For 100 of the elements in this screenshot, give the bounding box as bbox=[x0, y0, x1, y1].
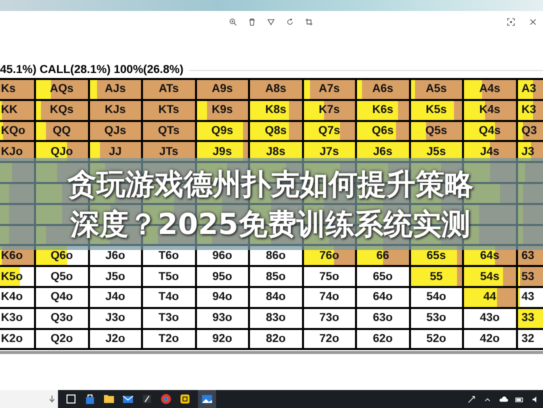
search-field[interactable] bbox=[0, 390, 58, 408]
hand-label: 62o bbox=[372, 332, 393, 345]
hand-label: Q8s bbox=[264, 124, 287, 137]
banner-title: 贪玩游戏德州扑克如何提升策略 bbox=[68, 166, 474, 203]
hand-label: 52o bbox=[426, 332, 446, 345]
hand-label: Q3 bbox=[522, 124, 537, 137]
hand-label: T2o bbox=[158, 332, 179, 345]
hand-label: 32 bbox=[522, 332, 534, 345]
hand-label: 84o bbox=[266, 291, 286, 304]
hand-label: QTs bbox=[158, 124, 180, 137]
hand-label: KQo bbox=[1, 124, 26, 137]
hand-label: QQ bbox=[52, 124, 71, 137]
hand-label: Q7s bbox=[318, 124, 340, 137]
hand-label: A4s bbox=[479, 83, 500, 96]
hand-label: 63o bbox=[372, 312, 393, 324]
hand-label: 82o bbox=[266, 332, 286, 345]
hand-label: 53o bbox=[426, 312, 446, 324]
hand-label: 75o bbox=[319, 270, 340, 283]
hand-label: J7s bbox=[320, 146, 339, 158]
hand-label: 54s bbox=[480, 270, 500, 283]
hand-label: 96o bbox=[212, 250, 232, 262]
banner-title: 深度？2025免费训练系统实测 bbox=[70, 206, 470, 243]
hand-label: J3o bbox=[105, 312, 126, 324]
hand-label: 86o bbox=[266, 250, 286, 262]
hand-label: QJs bbox=[104, 124, 126, 137]
zoom-icon[interactable] bbox=[229, 18, 237, 26]
hand-label: A8s bbox=[265, 83, 286, 96]
hand-label: J3 bbox=[522, 146, 534, 158]
hand-label: K7s bbox=[318, 104, 340, 116]
photos-icon[interactable] bbox=[198, 390, 216, 408]
range-summary: 45.1%) CALL(28.1%) 100%(26.8%) bbox=[0, 63, 184, 77]
hand-label: Q3o bbox=[50, 312, 73, 324]
hand-label: Ks bbox=[1, 83, 16, 96]
hand-label: 92o bbox=[212, 332, 232, 345]
hand-label: 72o bbox=[319, 332, 340, 345]
hand-label: 66 bbox=[376, 250, 390, 262]
hand-label: J6o bbox=[105, 250, 126, 262]
hand-label: Q4o bbox=[50, 291, 73, 304]
hand-label: 76o bbox=[319, 250, 340, 262]
hand-label: K9s bbox=[212, 104, 233, 116]
hand-label: 64s bbox=[480, 250, 500, 262]
hand-label: A3 bbox=[522, 83, 536, 96]
hand-label: 42o bbox=[480, 332, 500, 345]
hand-label: J5o bbox=[105, 270, 126, 283]
scan-icon[interactable] bbox=[507, 18, 515, 26]
hand-label: 63 bbox=[522, 250, 534, 262]
hand-label: K8s bbox=[265, 104, 286, 116]
hand-label: 93o bbox=[212, 312, 232, 324]
hand-label: K2o bbox=[1, 332, 23, 345]
hand-label: 43 bbox=[522, 291, 534, 304]
hand-label: K3 bbox=[522, 104, 536, 116]
hand-label: Q5s bbox=[425, 124, 448, 137]
cloud-icon[interactable] bbox=[499, 394, 508, 404]
hand-label: KQs bbox=[50, 104, 74, 116]
hand-label: 43o bbox=[480, 312, 500, 324]
hand-label: 65o bbox=[372, 270, 393, 283]
hand-label: Q2o bbox=[50, 332, 73, 345]
hand-label: J6s bbox=[373, 146, 392, 158]
hand-label: A5s bbox=[426, 83, 447, 96]
hand-label: 54o bbox=[426, 291, 446, 304]
hand-label: AQs bbox=[50, 83, 74, 96]
hand-label: T5o bbox=[158, 270, 179, 283]
hand-label: J4o bbox=[105, 291, 126, 304]
hand-label: J4s bbox=[480, 146, 500, 158]
hand-label: K3o bbox=[1, 312, 23, 324]
hand-label: 94o bbox=[212, 291, 232, 304]
hand-label: 74o bbox=[319, 291, 340, 304]
hand-label: JTs bbox=[159, 146, 178, 158]
hand-label: J2o bbox=[105, 332, 126, 345]
hand-label: K5s bbox=[426, 104, 447, 116]
hand-label: T4o bbox=[158, 291, 179, 304]
hand-label: KTs bbox=[158, 104, 180, 116]
hand-label: Q5o bbox=[50, 270, 73, 283]
hand-label: 44 bbox=[483, 291, 496, 304]
hand-label: K4s bbox=[479, 104, 500, 116]
hand-label: 55 bbox=[430, 270, 443, 283]
hand-label: ATs bbox=[158, 83, 179, 96]
hand-label: J5s bbox=[426, 146, 446, 158]
hand-label: AJs bbox=[104, 83, 126, 96]
hand-label: A9s bbox=[212, 83, 233, 96]
hand-label: J9s bbox=[212, 146, 232, 158]
hand-label: Q9s bbox=[211, 124, 234, 137]
hand-label: K6s bbox=[372, 104, 394, 116]
hand-label: 33 bbox=[522, 312, 534, 324]
trash-icon[interactable] bbox=[248, 18, 256, 26]
hand-label: 73o bbox=[319, 312, 340, 324]
battery-icon[interactable] bbox=[515, 394, 524, 404]
hand-label: J8s bbox=[266, 146, 286, 158]
crop-icon[interactable] bbox=[305, 18, 313, 26]
hand-label: KJs bbox=[104, 104, 126, 116]
hand-label: KK bbox=[1, 104, 18, 116]
hand-label: K4o bbox=[1, 291, 23, 304]
hand-label: QJo bbox=[50, 146, 73, 158]
hand-label: A6s bbox=[372, 83, 394, 96]
hand-label: 64o bbox=[372, 291, 393, 304]
hand-label: 85o bbox=[266, 270, 286, 283]
hand-label: 53 bbox=[522, 270, 534, 283]
hand-label: A7s bbox=[318, 83, 340, 96]
rotate-icon[interactable] bbox=[286, 18, 294, 26]
hand-label: 83o bbox=[266, 312, 286, 324]
